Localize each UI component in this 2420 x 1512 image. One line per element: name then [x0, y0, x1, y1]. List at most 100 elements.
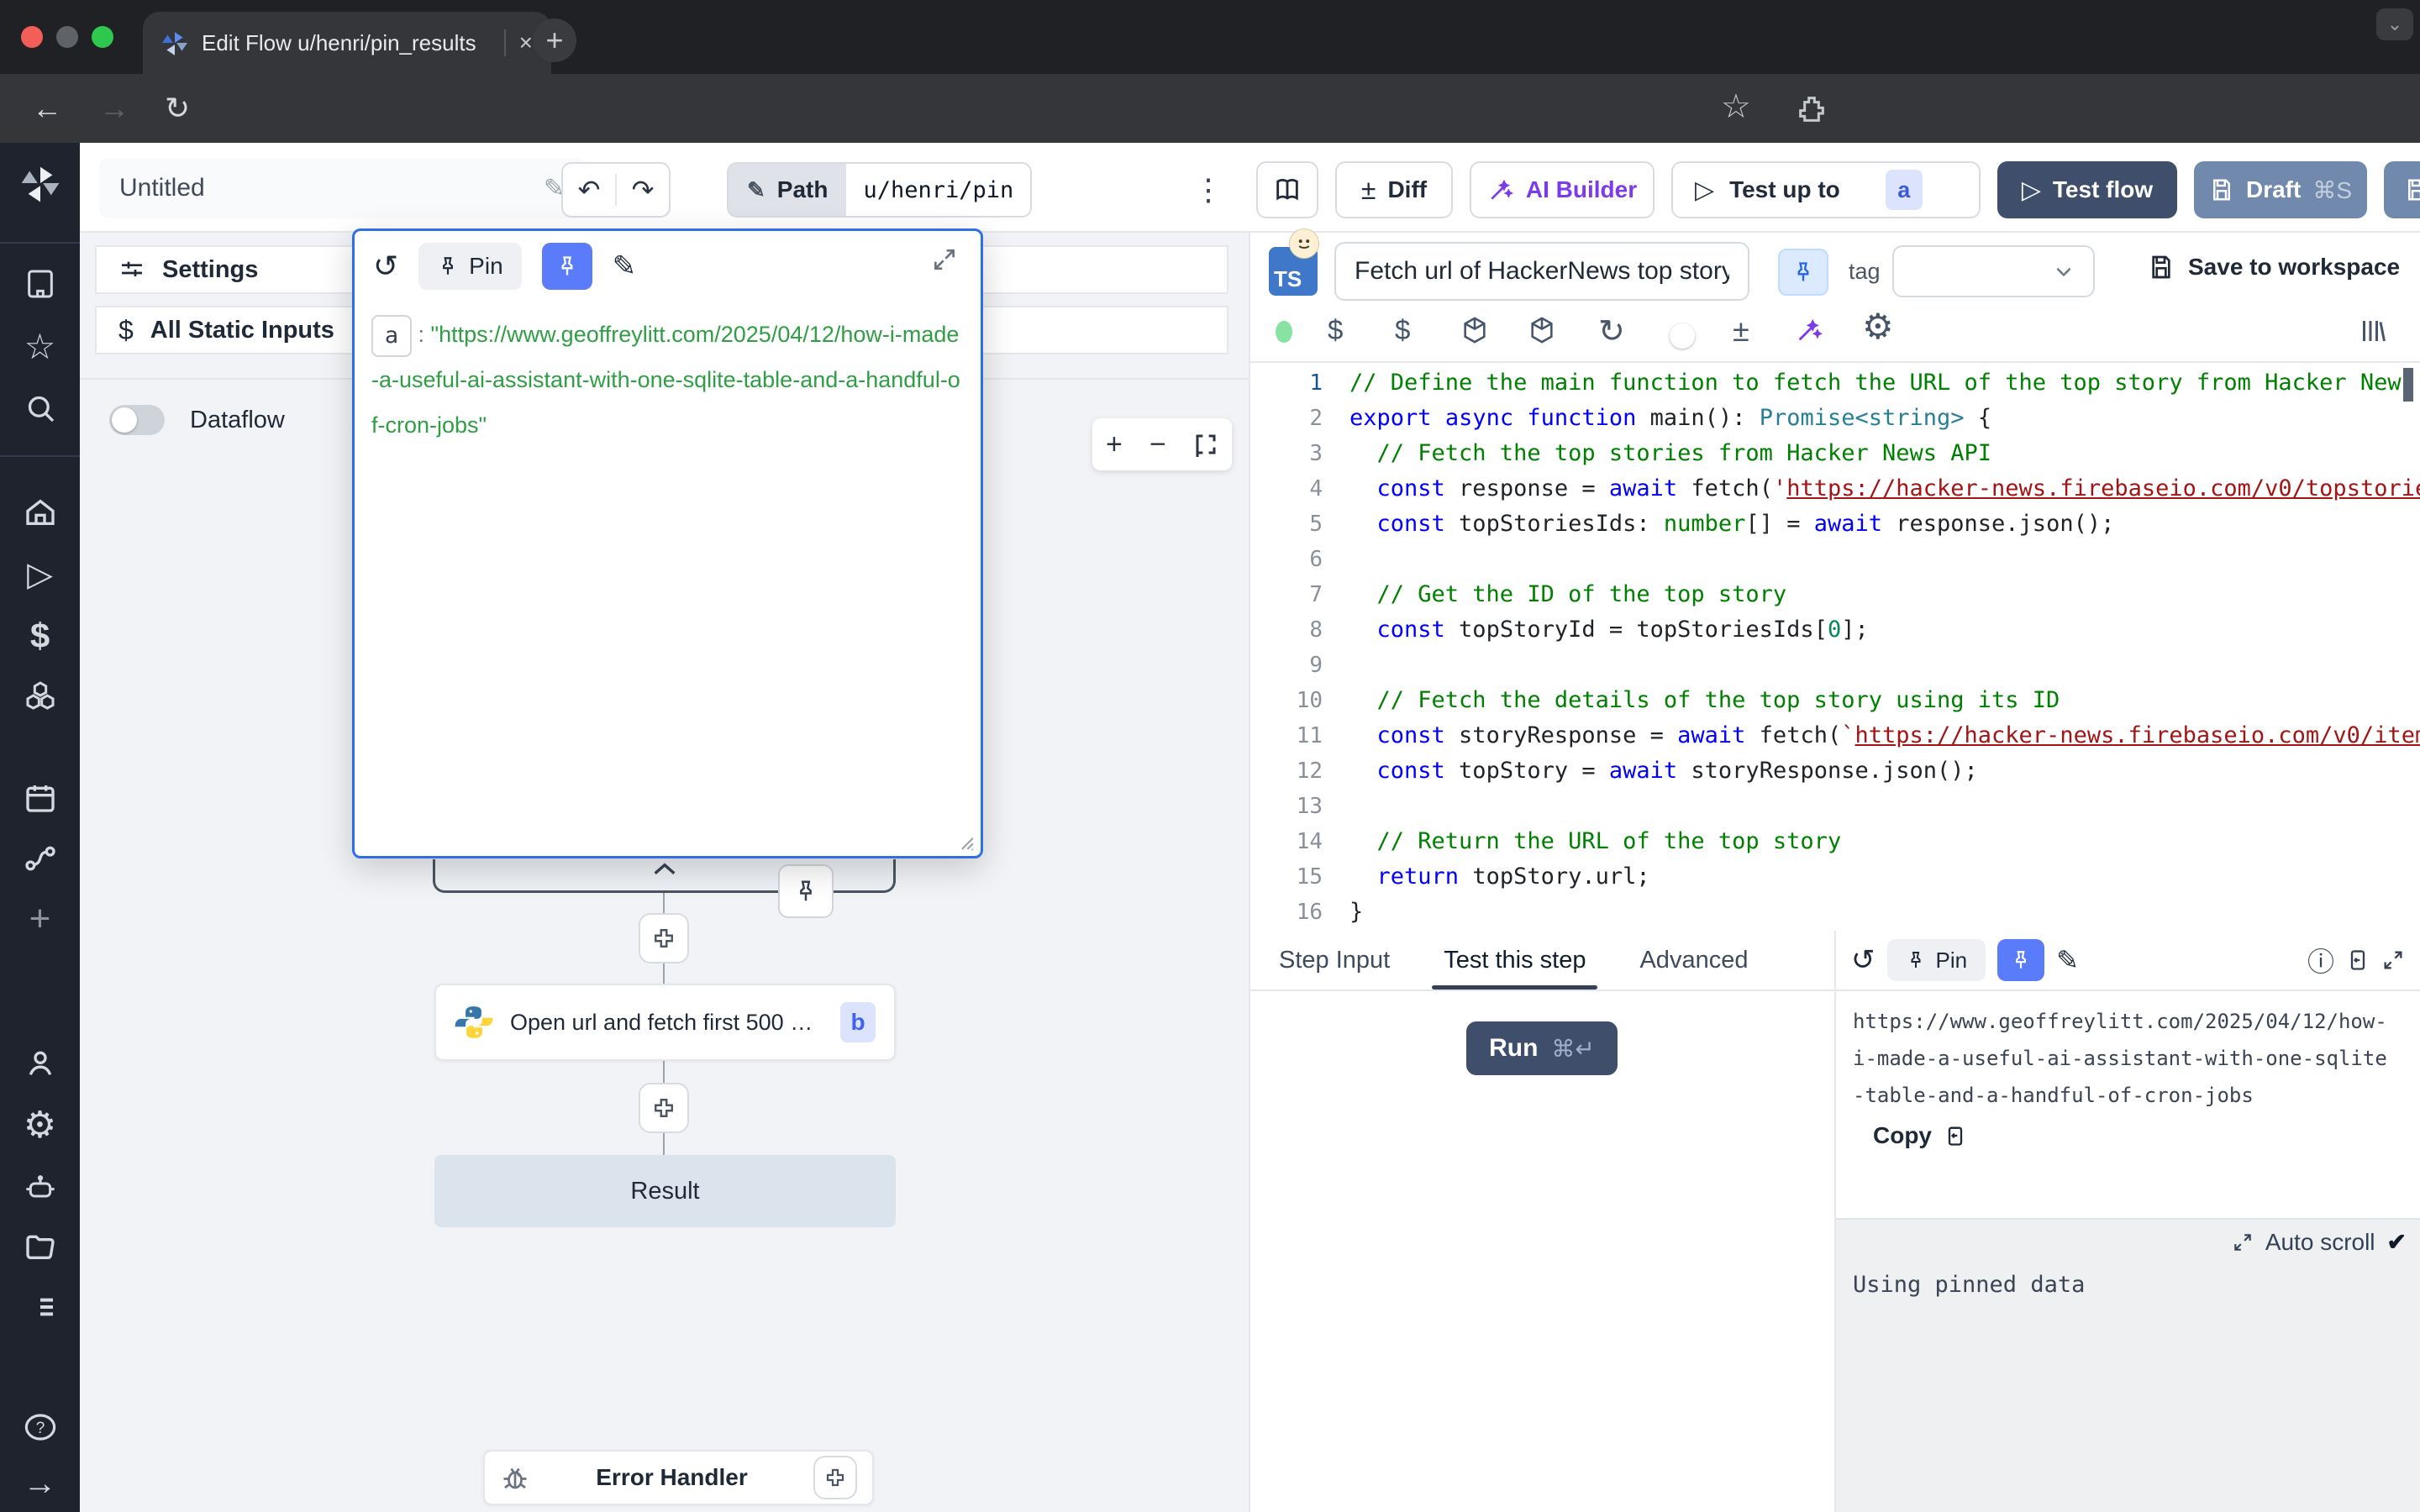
sidebar-item-workspace[interactable] — [24, 267, 57, 301]
new-tab-button[interactable]: + — [533, 18, 576, 62]
tag-select[interactable] — [1892, 245, 2095, 297]
sidebar-item-logs[interactable] — [24, 1290, 57, 1324]
window-minimize-button[interactable] — [56, 26, 78, 48]
test-flow-button[interactable]: ▷ Test flow — [1997, 161, 2177, 218]
pin-toggle-button[interactable]: Pin — [418, 243, 521, 290]
sidebar-item-flows[interactable] — [24, 842, 57, 875]
copy-button[interactable]: Copy — [1873, 1122, 1967, 1149]
pin-active-button[interactable] — [542, 243, 592, 290]
browser-tab[interactable]: Edit Flow u/henri/pin_results × — [143, 12, 551, 74]
edit-pencil-icon[interactable]: ✎ — [613, 249, 637, 283]
diff-button[interactable]: ± Diff — [1335, 161, 1453, 218]
window-zoom-button[interactable] — [92, 26, 113, 48]
pin-active-button[interactable] — [1997, 939, 2044, 981]
sidebar-item-workers[interactable] — [24, 1171, 57, 1205]
test-up-to-step-badge[interactable]: a — [1886, 170, 1923, 210]
code-line[interactable]: 9 — [1250, 648, 2420, 683]
fit-view-button[interactable] — [1193, 432, 1218, 457]
collapse-chevron-up-icon[interactable] — [650, 859, 679, 878]
code-line[interactable]: 7 // Get the ID of the top story — [1250, 577, 2420, 612]
windmill-logo-icon[interactable] — [20, 163, 60, 203]
window-close-button[interactable] — [21, 26, 43, 48]
collapse-sidebar-icon[interactable]: → — [24, 1467, 57, 1500]
insert-step-button[interactable] — [639, 1083, 689, 1133]
flow-step-node-b[interactable]: Open url and fetch first 500 words of ..… — [434, 984, 896, 1061]
diff-icon[interactable]: ± — [1733, 316, 1749, 346]
pinned-result-value[interactable]: https://www.geoffreylitt.com/2025/04/12/… — [1853, 1003, 2399, 1114]
add-error-handler-button[interactable] — [813, 1456, 857, 1499]
check-icon[interactable]: ✔ — [2387, 1228, 2407, 1256]
zoom-in-button[interactable]: + — [1106, 428, 1123, 461]
code-line[interactable]: 14 // Return the URL of the top story — [1250, 824, 2420, 859]
run-button[interactable]: Run ⌘↵ — [1466, 1021, 1618, 1075]
expand-icon[interactable] — [2232, 1231, 2254, 1253]
ai-wand-icon[interactable] — [1795, 316, 1823, 344]
code-line[interactable]: 15 return topStory.url; — [1250, 859, 2420, 895]
code-line[interactable]: 3 // Fetch the top stories from Hacker N… — [1250, 436, 2420, 471]
sidebar-item-add[interactable]: + — [29, 900, 51, 937]
pin-toggle-button[interactable]: Pin — [1887, 939, 1986, 981]
code-line[interactable]: 8 const topStoryId = topStoriesIds[0]; — [1250, 612, 2420, 648]
code-line[interactable]: 5 const topStoriesIds: number[] = await … — [1250, 507, 2420, 542]
code-line[interactable]: 13 — [1250, 789, 2420, 824]
code-editor[interactable]: 1// Define the main function to fetch th… — [1250, 365, 2420, 931]
back-icon[interactable]: ← — [32, 91, 62, 126]
tab-step-input[interactable]: Step Input — [1279, 931, 1390, 990]
path-label-segment[interactable]: ✎Path — [729, 164, 846, 216]
resources-icon[interactable]: $ — [1395, 316, 1410, 344]
edit-pencil-icon[interactable]: ✎ — [2056, 944, 2079, 976]
sidebar-item-folders[interactable] — [24, 1230, 57, 1263]
sidebar-item-resources[interactable] — [24, 679, 57, 712]
redo-button[interactable]: ↷ — [617, 174, 669, 206]
code-line[interactable]: 6 — [1250, 542, 2420, 577]
docs-button[interactable] — [1256, 161, 1318, 218]
dataflow-toggle[interactable] — [109, 405, 165, 435]
search-icon[interactable] — [24, 391, 57, 425]
sidebar-item-variables[interactable]: $ — [30, 618, 50, 654]
sidebar-item-runs[interactable]: ▷ — [27, 558, 53, 591]
info-icon[interactable]: ⓘ — [2307, 941, 2334, 979]
node-pin-badge[interactable] — [778, 864, 834, 918]
code-line[interactable]: 11 const storyResponse = await fetch(`ht… — [1250, 718, 2420, 753]
library-icon[interactable] — [2358, 316, 2388, 346]
ai-builder-button[interactable]: AI Builder — [1470, 161, 1655, 218]
variables-icon[interactable]: $ — [1328, 316, 1343, 344]
history-icon[interactable]: ↺ — [373, 249, 398, 284]
zoom-out-button[interactable]: − — [1150, 428, 1166, 461]
tab-search-button[interactable]: ⌄ — [2376, 8, 2413, 40]
code-line[interactable]: 10 // Fetch the details of the top story… — [1250, 683, 2420, 718]
sidebar-item-schedules[interactable] — [24, 781, 57, 815]
editor-settings-gear-icon[interactable]: ⚙ — [1862, 309, 1894, 344]
copy-result-icon[interactable] — [2346, 948, 2370, 972]
tab-advanced[interactable]: Advanced — [1639, 931, 1748, 990]
flow-name-box[interactable]: Untitled ✎ — [99, 158, 585, 218]
code-line[interactable]: 12 const topStory = await storyResponse.… — [1250, 753, 2420, 789]
scrollbar-thumb[interactable] — [2403, 368, 2413, 402]
bookmark-star-icon[interactable]: ☆ — [1721, 87, 1751, 126]
package-icon[interactable] — [1460, 316, 1489, 344]
sidebar-item-home[interactable] — [24, 496, 57, 529]
path-group[interactable]: ✎Path u/henri/pin — [727, 162, 1032, 218]
step-summary-input[interactable]: Fetch url of HackerNews top story — [1334, 242, 1749, 301]
auto-scroll-control[interactable]: Auto scroll ✔ — [2232, 1228, 2407, 1256]
forward-icon[interactable]: → — [99, 91, 129, 126]
resize-handle-icon[interactable] — [953, 829, 975, 851]
step-pin-button[interactable] — [1778, 249, 1828, 296]
extensions-icon[interactable] — [1795, 92, 1828, 126]
insert-step-button[interactable] — [639, 913, 689, 963]
tab-test-this-step[interactable]: Test this step — [1444, 931, 1586, 990]
expand-popup-icon[interactable] — [931, 246, 958, 273]
code-line[interactable]: 1// Define the main function to fetch th… — [1250, 365, 2420, 401]
code-line[interactable]: 2export async function main(): Promise<s… — [1250, 401, 2420, 436]
result-node[interactable]: Result — [434, 1155, 896, 1227]
test-up-to-button[interactable]: ▷ Test up to a — [1671, 161, 1981, 218]
tab-close-icon[interactable]: × — [519, 29, 533, 56]
sidebar-item-favorites[interactable]: ☆ — [24, 329, 56, 365]
error-handler-node[interactable]: Error Handler — [483, 1450, 874, 1505]
code-line[interactable]: 16} — [1250, 895, 2420, 930]
expand-result-icon[interactable] — [2381, 948, 2405, 972]
reload-icon[interactable]: ↻ — [165, 91, 190, 126]
reload-icon[interactable]: ↻ — [1598, 316, 1625, 348]
sidebar-item-settings[interactable]: ⚙ — [24, 1107, 56, 1144]
path-value[interactable]: u/henri/pin — [846, 164, 1030, 216]
